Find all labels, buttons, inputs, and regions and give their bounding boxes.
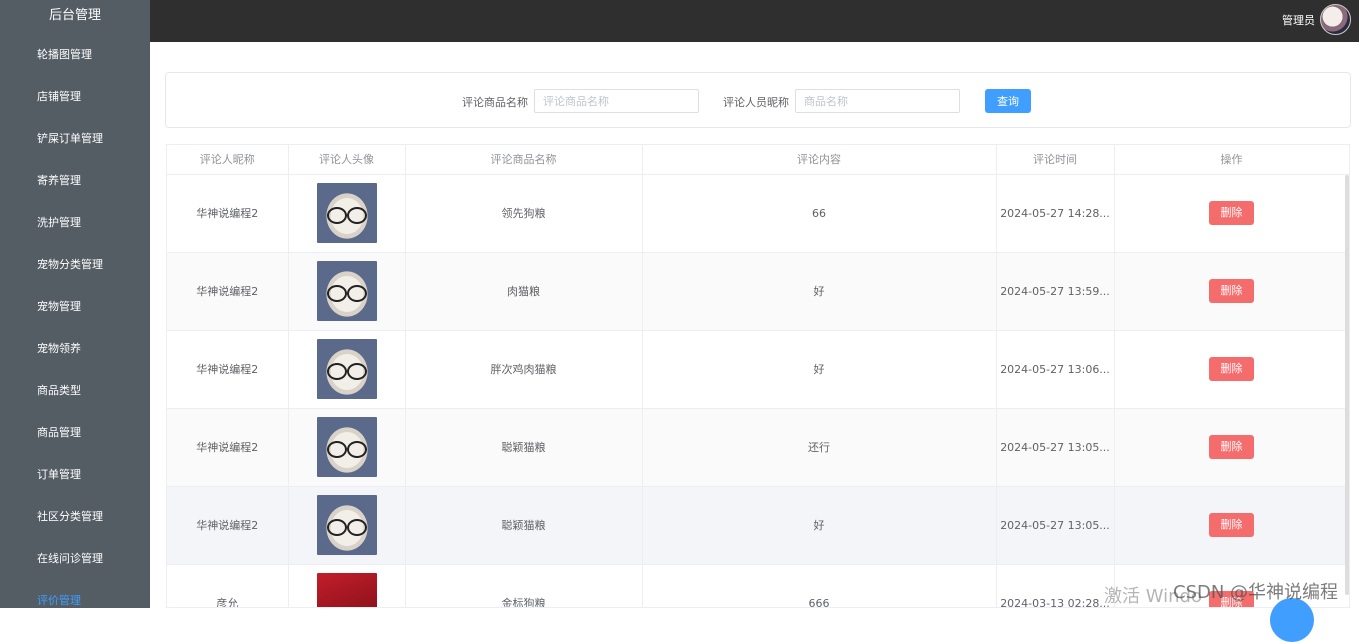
- sidebar-item-pet-category[interactable]: 宠物分类管理: [0, 244, 150, 286]
- sidebar-item-orders[interactable]: 订单管理: [0, 454, 150, 496]
- csdn-watermark: CSDN @华神说编程: [1173, 582, 1339, 603]
- sidebar-item-reviews[interactable]: 评价管理: [0, 580, 150, 608]
- cell-content: 好: [642, 486, 997, 565]
- sidebar-item-shop[interactable]: 店铺管理: [0, 76, 150, 118]
- table-row: 华神说编程2 聪颖猫粮 好 2024-05-27 13:05... 删除: [167, 486, 1349, 565]
- cell-nickname: 华神说编程2: [167, 330, 289, 409]
- cell-content: 还行: [642, 408, 997, 487]
- cell-content: 好: [642, 330, 997, 409]
- cell-product: 聪颖猫粮: [405, 408, 643, 487]
- table-scrollbar[interactable]: [1345, 175, 1349, 595]
- cell-avatar: [288, 486, 406, 565]
- sidebar-item-boarding[interactable]: 寄养管理: [0, 160, 150, 202]
- cell-nickname: 华神说编程2: [167, 486, 289, 565]
- column-header-content: 评论内容: [642, 145, 997, 175]
- reviewer-avatar-image: [316, 183, 377, 243]
- cell-time: 2024-05-27 13:06...: [996, 330, 1115, 409]
- table-header-row: 评论人昵称 评论人头像 评论商品名称 评论内容 评论时间 操作: [167, 145, 1349, 175]
- reviews-table: 评论人昵称 评论人头像 评论商品名称 评论内容 评论时间 操作 华神说编程2 领…: [166, 144, 1350, 608]
- cell-product: 领先狗粮: [405, 174, 643, 253]
- cell-action: 删除: [1114, 252, 1349, 331]
- sidebar-item-carousel[interactable]: 轮播图管理: [0, 34, 150, 76]
- cell-nickname: 华神说编程2: [167, 252, 289, 331]
- table-row: 华神说编程2 聪颖猫粮 还行 2024-05-27 13:05... 删除: [167, 408, 1349, 487]
- cell-avatar: [288, 174, 406, 253]
- cell-avatar: [288, 252, 406, 331]
- cell-content: 666: [642, 564, 997, 607]
- sidebar: 后台管理 轮播图管理 店铺管理 铲屎订单管理 寄养管理 洗护管理 宠物分类管理 …: [0, 0, 150, 608]
- reviewer-nickname-label: 评论人员昵称: [723, 96, 789, 109]
- cell-action: 删除: [1114, 486, 1349, 565]
- cell-nickname: 华神说编程2: [167, 174, 289, 253]
- cell-product: 聪颖猫粮: [405, 486, 643, 565]
- reviewer-avatar-image: [316, 261, 377, 321]
- sidebar-item-consultation[interactable]: 在线问诊管理: [0, 538, 150, 580]
- reviewer-avatar-image: [316, 573, 377, 607]
- reviewer-avatar-image: [316, 339, 377, 399]
- table-row: 华神说编程2 胖次鸡肉猫粮 好 2024-05-27 13:06... 删除: [167, 330, 1349, 409]
- delete-button[interactable]: 删除: [1209, 513, 1254, 537]
- column-header-time: 评论时间: [996, 145, 1115, 175]
- column-header-action: 操作: [1114, 145, 1349, 175]
- cell-avatar: [288, 564, 406, 607]
- sidebar-item-grooming[interactable]: 洗护管理: [0, 202, 150, 244]
- reviewer-nickname-input[interactable]: [795, 89, 960, 113]
- sidebar-item-community-category[interactable]: 社区分类管理: [0, 496, 150, 538]
- column-header-nickname: 评论人昵称: [167, 145, 289, 175]
- cell-time: 2024-05-27 13:59...: [996, 252, 1115, 331]
- delete-button[interactable]: 删除: [1209, 279, 1254, 303]
- cell-nickname: 华神说编程2: [167, 408, 289, 487]
- cell-action: 删除: [1114, 330, 1349, 409]
- cell-avatar: [288, 330, 406, 409]
- cell-content: 好: [642, 252, 997, 331]
- reviewer-avatar-image: [316, 417, 377, 477]
- cell-time: 2024-03-13 02:28...: [996, 564, 1115, 607]
- cell-avatar: [288, 408, 406, 487]
- search-panel: 评论商品名称 评论人员昵称 查询: [165, 72, 1351, 128]
- sidebar-item-adoption[interactable]: 宠物领养: [0, 328, 150, 370]
- sidebar-item-product-types[interactable]: 商品类型: [0, 370, 150, 412]
- column-header-product: 评论商品名称: [405, 145, 643, 175]
- query-button[interactable]: 查询: [985, 89, 1031, 113]
- cell-action: 删除: [1114, 174, 1349, 253]
- cell-content: 66: [642, 174, 997, 253]
- delete-button[interactable]: 删除: [1209, 435, 1254, 459]
- cell-time: 2024-05-27 13:05...: [996, 408, 1115, 487]
- table-row: 华神说编程2 领先狗粮 66 2024-05-27 14:28... 删除: [167, 174, 1349, 253]
- cell-action: 删除: [1114, 408, 1349, 487]
- delete-button[interactable]: 删除: [1209, 201, 1254, 225]
- admin-user-label[interactable]: 管理员: [1282, 12, 1315, 28]
- cell-product: 肉猫粮: [405, 252, 643, 331]
- table-row: 华神说编程2 肉猫粮 好 2024-05-27 13:59... 删除: [167, 252, 1349, 331]
- sidebar-item-products[interactable]: 商品管理: [0, 412, 150, 454]
- sidebar-title: 后台管理: [48, 8, 101, 23]
- help-bubble-button[interactable]: [1270, 598, 1314, 642]
- column-header-avatar: 评论人头像: [288, 145, 406, 175]
- product-name-label: 评论商品名称: [462, 96, 528, 109]
- sidebar-item-scooper-orders[interactable]: 铲屎订单管理: [0, 118, 150, 160]
- cell-product: 金标狗粮: [405, 564, 643, 607]
- sidebar-item-pets[interactable]: 宠物管理: [0, 286, 150, 328]
- cell-nickname: 彦允: [167, 564, 289, 607]
- cell-time: 2024-05-27 13:05...: [996, 486, 1115, 565]
- delete-button[interactable]: 删除: [1209, 357, 1254, 381]
- cell-product: 胖次鸡肉猫粮: [405, 330, 643, 409]
- admin-avatar[interactable]: [1320, 4, 1351, 35]
- cell-time: 2024-05-27 14:28...: [996, 174, 1115, 253]
- product-name-input[interactable]: [534, 89, 699, 113]
- reviewer-avatar-image: [316, 495, 377, 555]
- top-header: 管理员: [150, 0, 1359, 42]
